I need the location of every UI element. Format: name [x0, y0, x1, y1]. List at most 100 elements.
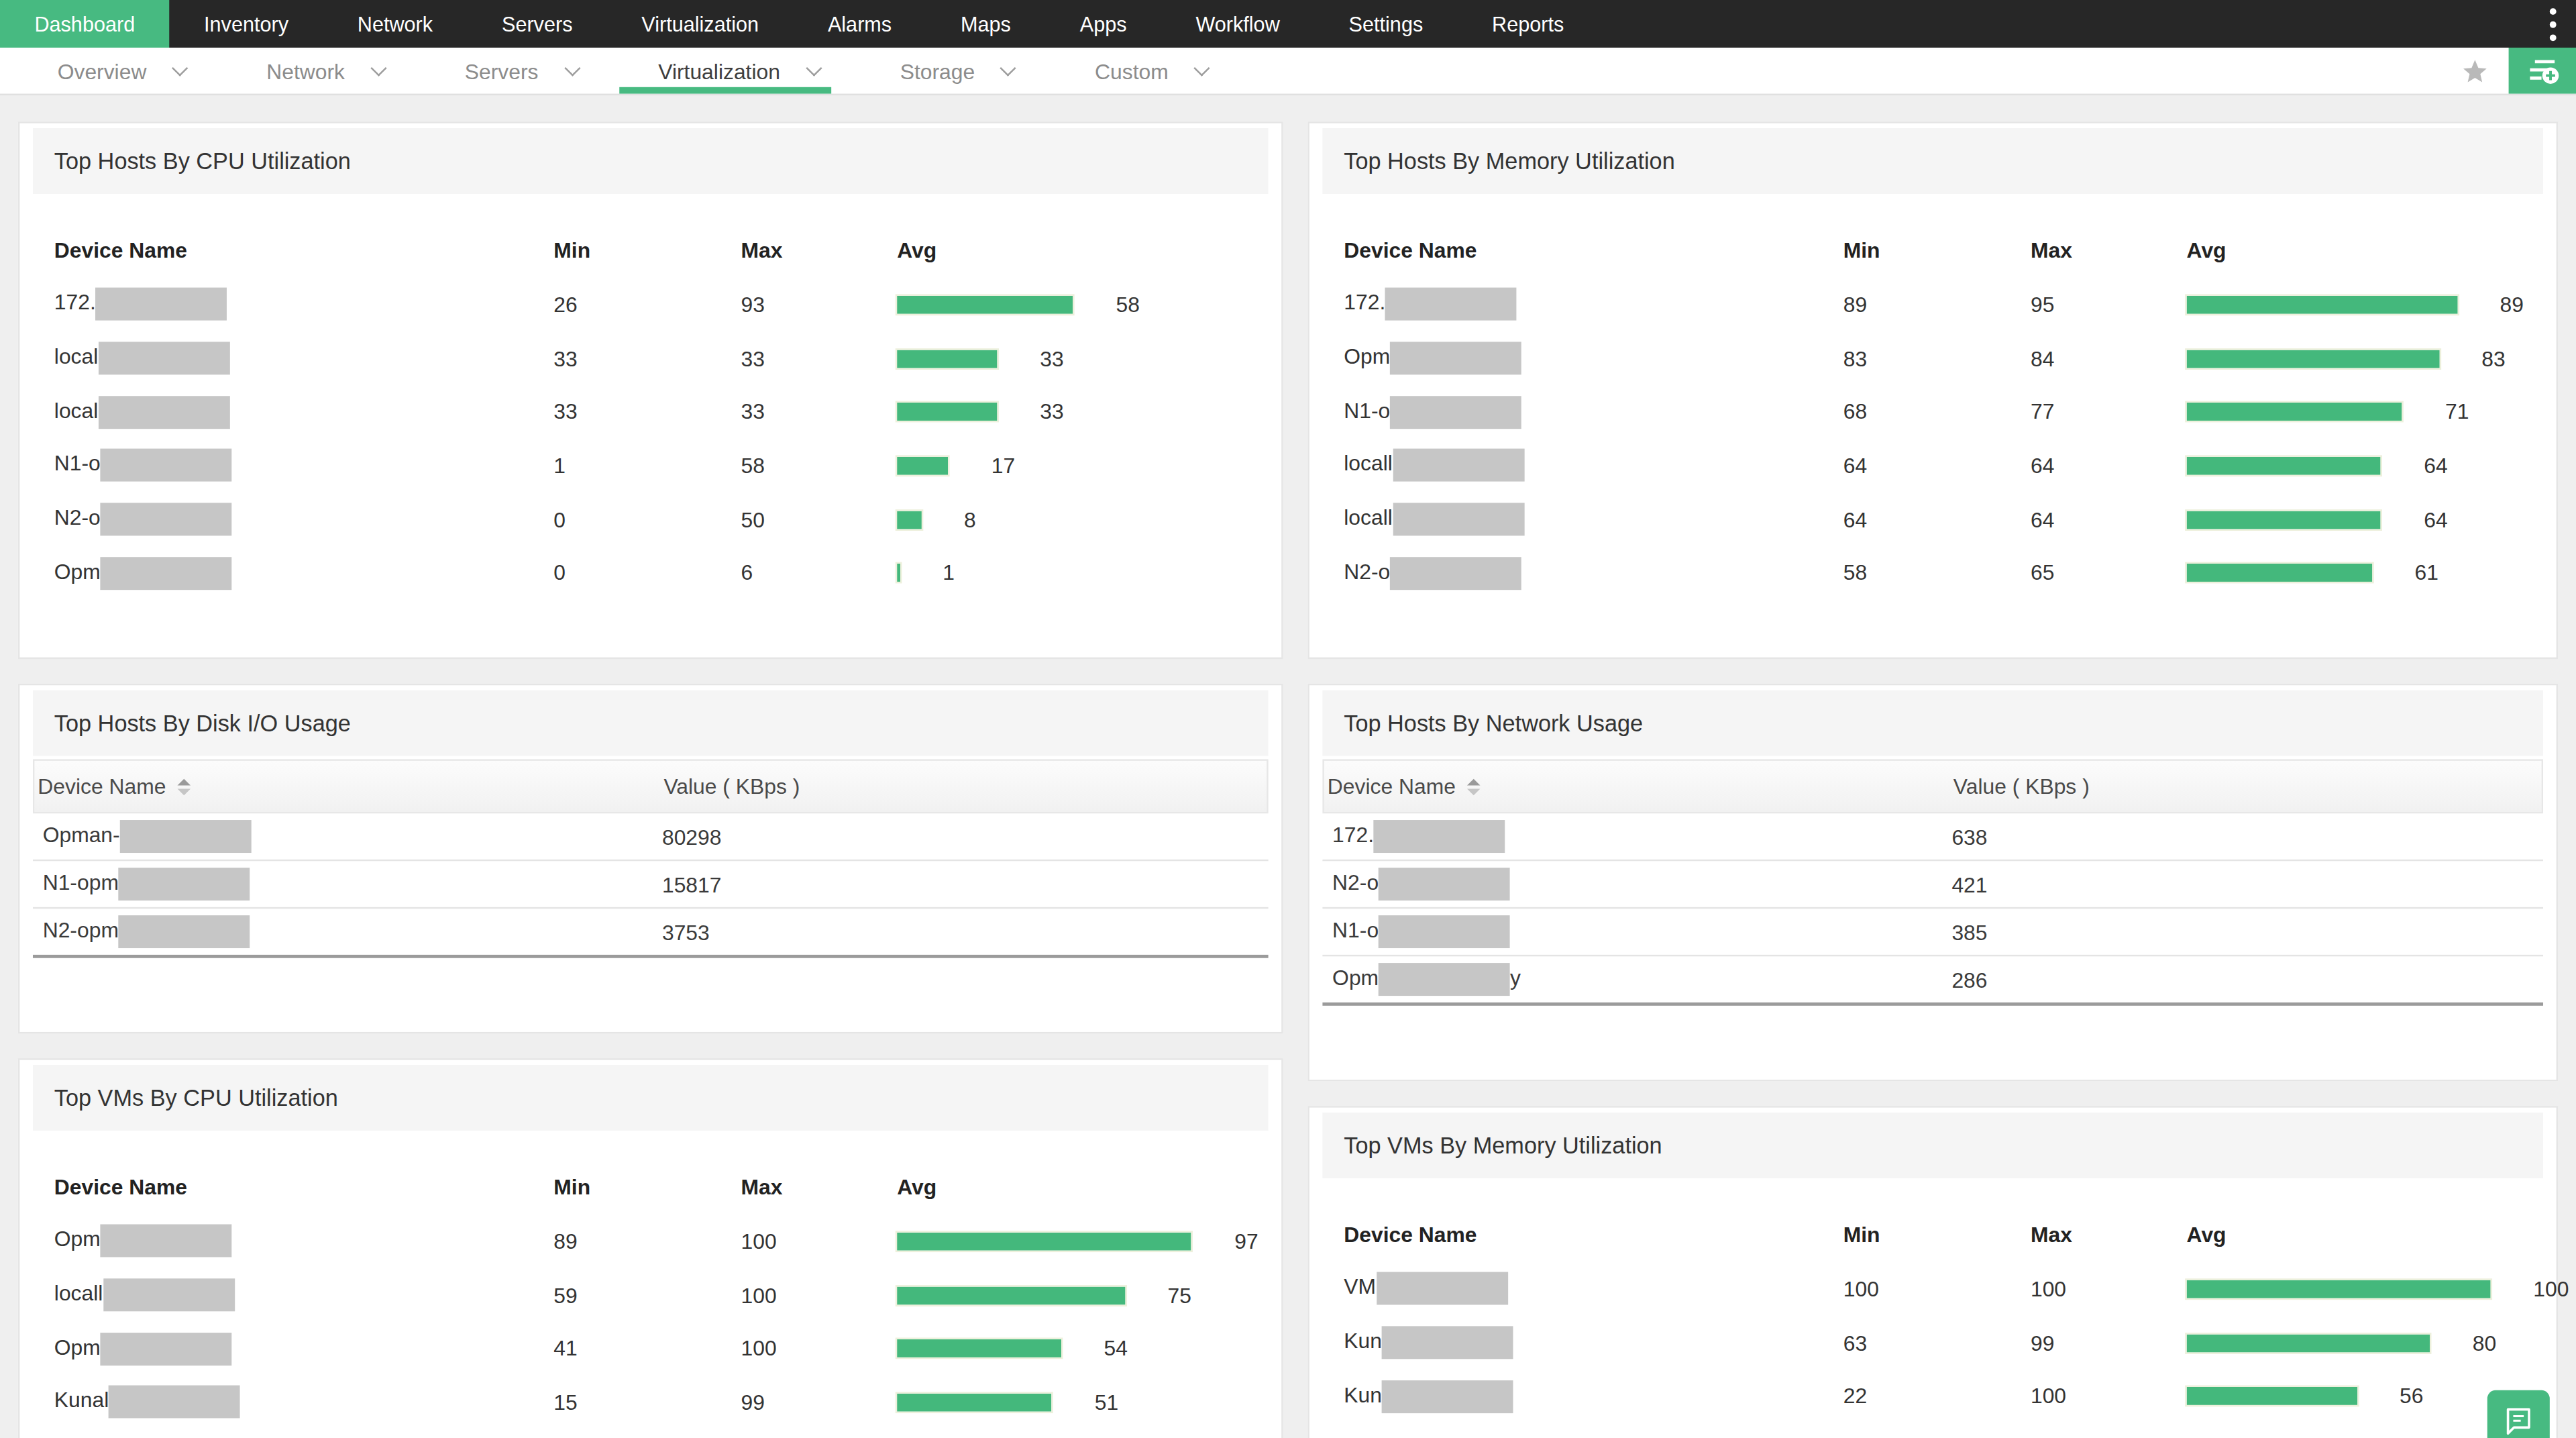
- subnav-item-network[interactable]: Network: [227, 48, 395, 94]
- avg-value: 83: [2481, 346, 2505, 371]
- device-name-text: locall: [1344, 452, 1393, 476]
- table-row[interactable]: Opm838483: [1344, 331, 2522, 385]
- value-kbps: 421: [1951, 872, 2543, 896]
- table-row[interactable]: N2-o0508: [54, 493, 1247, 546]
- device-name[interactable]: locall: [54, 1278, 553, 1311]
- value-kbps: 638: [1951, 824, 2543, 849]
- topnav-tab-alarms[interactable]: Alarms: [793, 0, 926, 48]
- device-name[interactable]: Opmy: [1322, 963, 1951, 996]
- subnav-item-storage[interactable]: Storage: [861, 48, 1026, 94]
- topnav-tab-dashboard[interactable]: Dashboard: [0, 0, 170, 48]
- min-value: 59: [553, 1283, 741, 1308]
- topnav-tab-network[interactable]: Network: [323, 0, 467, 48]
- device-name[interactable]: Kun: [1344, 1380, 1843, 1413]
- device-name[interactable]: 172.: [1322, 820, 1951, 853]
- widget-top-vms-cpu: Top VMs By CPU UtilizationDevice NameMin…: [18, 1058, 1283, 1438]
- widget-title-band: Top VMs By CPU Utilization: [33, 1065, 1269, 1131]
- table-row[interactable]: locall646464: [1344, 493, 2522, 546]
- widget-title: Top Hosts By Disk I/O Usage: [54, 710, 351, 736]
- table-row[interactable]: 172.899589: [1344, 278, 2522, 331]
- min-value: 15: [553, 1390, 741, 1415]
- device-name[interactable]: VM: [1344, 1272, 1843, 1305]
- topnav-tab-label: Alarms: [828, 12, 892, 35]
- device-name[interactable]: N1-o: [54, 450, 553, 482]
- avg-bar: [2187, 1280, 2491, 1298]
- subnav-item-overview[interactable]: Overview: [18, 48, 197, 94]
- device-name[interactable]: Opman-: [33, 820, 662, 853]
- topnav-tab-workflow[interactable]: Workflow: [1161, 0, 1314, 48]
- widget-title-band: Top Hosts By Disk I/O Usage: [33, 690, 1269, 756]
- sort-arrows-icon[interactable]: [1467, 778, 1481, 794]
- device-name[interactable]: Kunal: [54, 1386, 553, 1419]
- sort-arrows-icon[interactable]: [178, 778, 191, 794]
- device-name[interactable]: Opm: [54, 1332, 553, 1365]
- topnav-tab-reports[interactable]: Reports: [1458, 0, 1599, 48]
- table-row[interactable]: Kunal159951: [54, 1376, 1247, 1429]
- table-row[interactable]: 172.638: [1322, 813, 2543, 861]
- subnav-item-custom[interactable]: Custom: [1055, 48, 1219, 94]
- topnav-tab-apps[interactable]: Apps: [1045, 0, 1161, 48]
- table-row[interactable]: Opm8910097: [54, 1215, 1247, 1268]
- table-row[interactable]: locall646464: [1344, 439, 2522, 493]
- table-row[interactable]: Opm061: [54, 546, 1247, 600]
- kebab-menu-icon[interactable]: [2546, 4, 2560, 44]
- topnav-tab-maps[interactable]: Maps: [926, 0, 1046, 48]
- table-row[interactable]: N2-o421: [1322, 861, 2543, 909]
- device-name[interactable]: N2-o: [1322, 868, 1951, 901]
- device-name[interactable]: Kun: [1344, 1326, 1843, 1359]
- device-name[interactable]: N2-opm: [33, 915, 662, 948]
- topnav-tab-settings[interactable]: Settings: [1314, 0, 1457, 48]
- device-name[interactable]: N2-o: [54, 503, 553, 536]
- device-name[interactable]: N2-o: [1344, 557, 1843, 590]
- add-widget-button[interactable]: [2509, 48, 2576, 94]
- column-header-device-name[interactable]: Device Name: [1324, 774, 1953, 799]
- device-name[interactable]: local: [54, 396, 553, 429]
- device-name[interactable]: 172.: [1344, 288, 1843, 321]
- table-row[interactable]: Opm4110054: [54, 1322, 1247, 1376]
- column-header-device-name[interactable]: Device Name: [34, 774, 663, 799]
- device-name[interactable]: N1-opm: [33, 868, 662, 901]
- table-row[interactable]: N2-opm3753: [33, 909, 1269, 955]
- device-name[interactable]: local: [54, 342, 553, 374]
- max-value: 64: [2031, 454, 2187, 478]
- device-name[interactable]: Opm: [1344, 342, 1843, 374]
- chat-feedback-icon: [2500, 1403, 2536, 1438]
- min-value: 33: [553, 346, 741, 371]
- subnav-item-servers[interactable]: Servers: [425, 48, 589, 94]
- device-name[interactable]: Opm: [54, 557, 553, 590]
- topnav-tab-virtualization[interactable]: Virtualization: [607, 0, 794, 48]
- table-row[interactable]: local333333: [54, 385, 1247, 439]
- table-row[interactable]: Kun2210056: [1344, 1370, 2522, 1423]
- topnav-tab-label: Servers: [502, 12, 572, 35]
- table-row[interactable]: N2-o586561: [1344, 546, 2522, 600]
- device-name[interactable]: locall: [1344, 450, 1843, 482]
- device-name[interactable]: N1-o: [1322, 915, 1951, 948]
- table-row[interactable]: N1-o687771: [1344, 385, 2522, 439]
- table-row[interactable]: N1-o385: [1322, 909, 2543, 956]
- table-row[interactable]: Kun639980: [1344, 1316, 2522, 1370]
- max-value: 99: [2031, 1331, 2187, 1355]
- device-name[interactable]: 172.: [54, 288, 553, 321]
- table-row[interactable]: N1-opm15817: [33, 861, 1269, 909]
- topnav-tab-label: Virtualization: [641, 12, 759, 35]
- table-row[interactable]: VM100100100: [1344, 1262, 2522, 1316]
- table-row[interactable]: Opmy286: [1322, 956, 2543, 1003]
- table-row[interactable]: 172.269358: [54, 278, 1247, 331]
- table-row[interactable]: local333333: [54, 331, 1247, 385]
- device-name[interactable]: N1-o: [1344, 396, 1843, 429]
- avg-value: 61: [2415, 561, 2438, 586]
- favorite-star-icon[interactable]: [2461, 56, 2489, 85]
- avg-bar: [2187, 511, 2381, 529]
- device-name[interactable]: Opm: [54, 1225, 553, 1257]
- feedback-chat-button[interactable]: [2487, 1390, 2550, 1438]
- redacted-name-block: [1390, 557, 1521, 590]
- table-row[interactable]: N1-o15817: [54, 439, 1247, 493]
- device-name[interactable]: locall: [1344, 503, 1843, 536]
- avg-bar: [2187, 1333, 2430, 1351]
- table-row[interactable]: Opman-80298: [33, 813, 1269, 861]
- topnav-tab-inventory[interactable]: Inventory: [170, 0, 323, 48]
- table-row[interactable]: locall5910075: [54, 1268, 1247, 1322]
- min-value: 0: [553, 561, 741, 586]
- subnav-item-virtualization[interactable]: Virtualization: [619, 48, 830, 94]
- topnav-tab-servers[interactable]: Servers: [468, 0, 607, 48]
